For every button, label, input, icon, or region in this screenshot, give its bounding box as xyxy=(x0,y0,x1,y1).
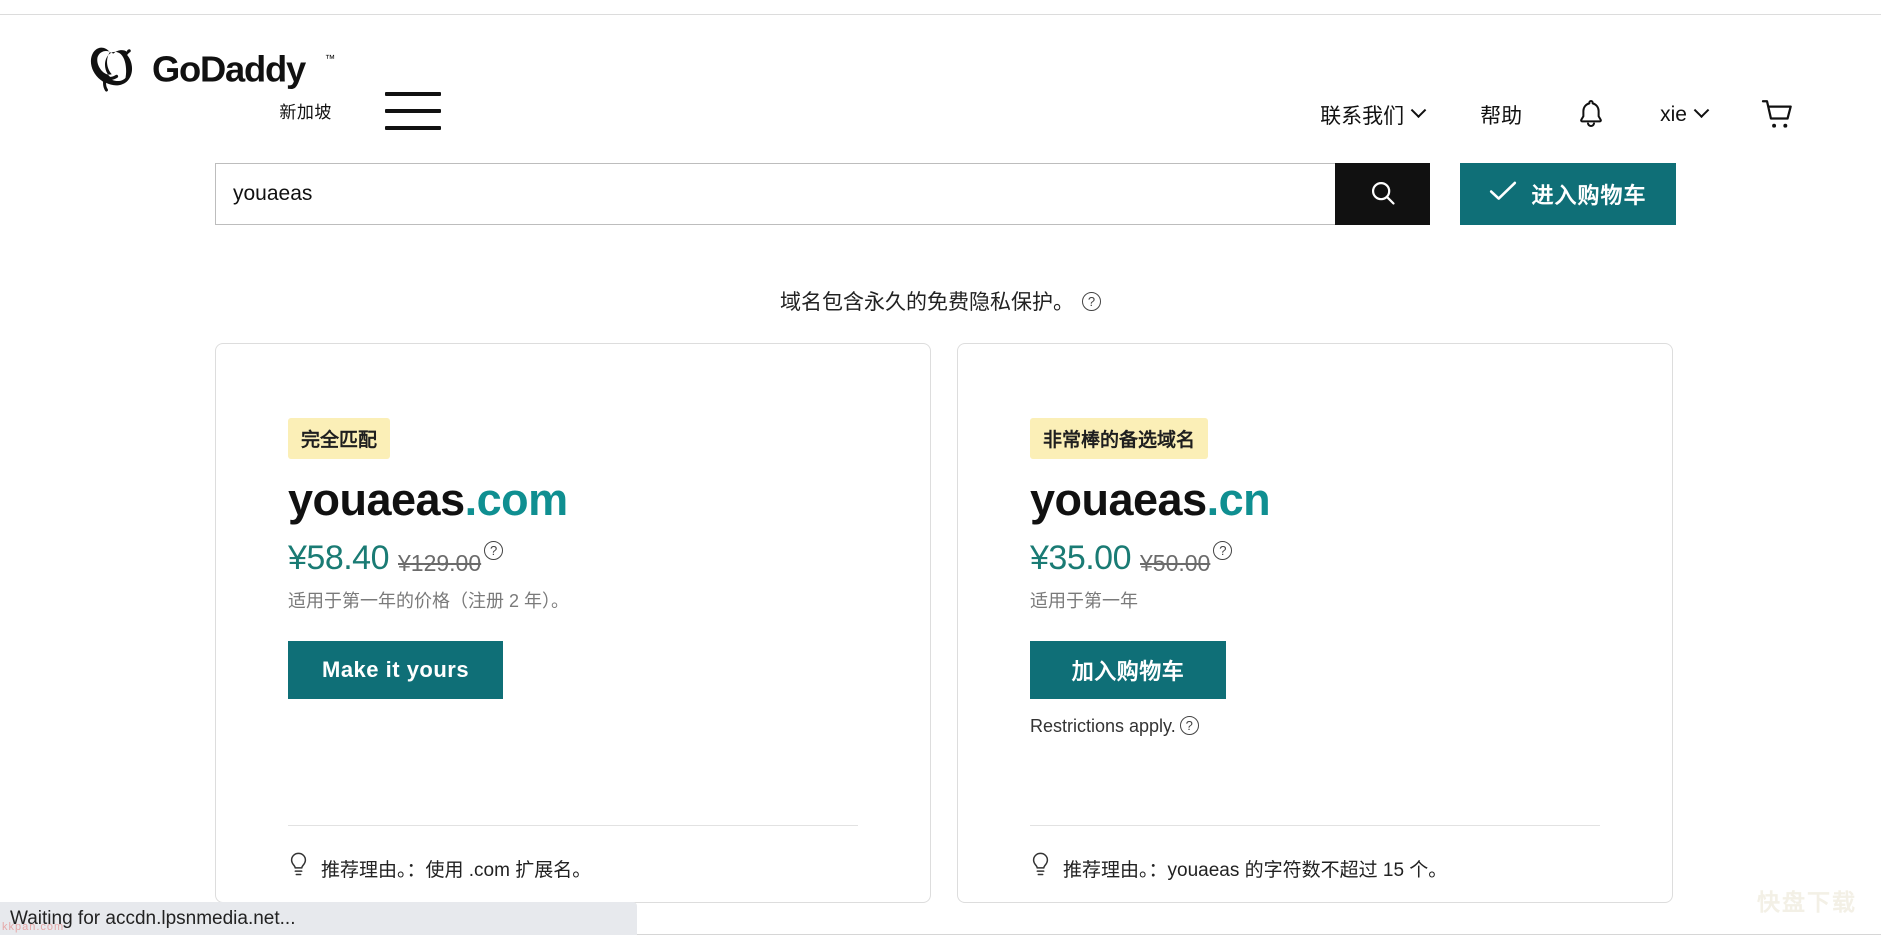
card-divider xyxy=(1030,825,1600,826)
domain-name-heading[interactable]: youaeas.com xyxy=(288,475,858,525)
search-field-wrapper[interactable] xyxy=(215,163,1335,225)
shopping-cart-icon[interactable] xyxy=(1735,95,1821,135)
domain-result-card-alternative: 非常棒的备选域名 youaeas.cn ¥35.00 ¥50.00 ? 适用于第… xyxy=(957,343,1673,903)
search-submit-button[interactable] xyxy=(1335,163,1430,225)
nav-contact-us[interactable]: 联系我们 xyxy=(1292,96,1452,134)
nav-help-label: 帮助 xyxy=(1480,104,1523,128)
domain-sld: youaeas xyxy=(1030,474,1207,525)
lightbulb-icon xyxy=(288,852,309,884)
price-row: ¥58.40 ¥129.00 ? xyxy=(288,539,858,578)
hamburger-icon[interactable] xyxy=(385,92,441,130)
domain-search-row: 进入购物车 xyxy=(215,163,1676,225)
watermark-right: 快盘下载 xyxy=(1757,889,1857,915)
domain-sld: youaeas xyxy=(288,474,465,525)
nav-contact-us-label: 联系我们 xyxy=(1320,104,1405,128)
make-it-yours-button[interactable]: Make it yours xyxy=(288,640,504,699)
nav-account-xie[interactable]: xie xyxy=(1632,99,1735,131)
price-terms-text: 适用于第一年的价格（注册 2 年）。 xyxy=(288,590,570,611)
godaddy-wordmark: GoDaddy ™ xyxy=(152,49,354,91)
check-icon xyxy=(1489,180,1517,208)
price-original: ¥129.00 xyxy=(398,549,482,576)
nav-account-label: xie xyxy=(1660,102,1687,126)
domain-name-heading[interactable]: youaeas.cn xyxy=(1030,475,1600,525)
status-badge: 非常棒的备选域名 xyxy=(1030,418,1209,459)
recommendation-reason-text: 推荐理由。：youaeas 的字符数不超过 15 个。 xyxy=(1063,859,1448,881)
search-input[interactable] xyxy=(233,182,1318,206)
brand-logo[interactable]: GoDaddy ™ 新加坡 xyxy=(90,44,354,123)
privacy-note-text: 域名包含永久的免费隐私保护。 xyxy=(780,291,1074,314)
status-bar-text: Waiting for accdn.lpsnmedia.net... xyxy=(10,907,296,929)
chevron-down-icon xyxy=(1410,102,1427,119)
domain-tld: .com xyxy=(464,474,569,525)
add-to-cart-button[interactable]: 加入购物车 xyxy=(1030,640,1226,699)
recommendation-reason: 推荐理由。：使用 .com 扩展名。 xyxy=(288,852,591,884)
chevron-down-icon xyxy=(1693,102,1710,119)
svg-text:GoDaddy: GoDaddy xyxy=(152,49,307,89)
nav-help[interactable]: 帮助 xyxy=(1452,96,1550,134)
lightbulb-icon xyxy=(1030,852,1051,884)
browser-page: GoDaddy ™ 新加坡 联系我们 帮助 xie youaeas 进入购物车 … xyxy=(0,0,1881,935)
restrictions-help-circle-icon[interactable]: ? xyxy=(1179,715,1199,735)
notifications-bell-icon[interactable] xyxy=(1550,94,1632,135)
svg-text:™: ™ xyxy=(325,54,335,65)
top-divider xyxy=(0,14,1881,15)
brand-region-label: 新加坡 xyxy=(279,103,332,122)
restrictions-text: Restrictions apply. xyxy=(1030,715,1176,736)
go-to-cart-label: 进入购物车 xyxy=(1531,183,1647,208)
help-circle-icon[interactable]: ? xyxy=(1082,291,1101,311)
recommendation-reason-text: 推荐理由。：使用 .com 扩展名。 xyxy=(321,859,592,881)
domain-tld: .cn xyxy=(1206,474,1271,525)
price-row: ¥35.00 ¥50.00 ? xyxy=(1030,539,1600,578)
price-help-circle-icon[interactable]: ? xyxy=(484,540,504,560)
price-current: ¥35.00 xyxy=(1030,538,1132,577)
card-divider xyxy=(288,825,858,826)
privacy-note: 域名包含永久的免费隐私保护。 ? xyxy=(0,286,1881,316)
status-badge: 完全匹配 xyxy=(288,418,391,459)
search-icon xyxy=(1369,179,1397,210)
godaddy-heart-logo-icon xyxy=(90,44,142,96)
restrictions-note: Restrictions apply. ? xyxy=(1030,715,1600,737)
header-nav: 联系我们 帮助 xie xyxy=(1292,94,1821,135)
price-help-circle-icon[interactable]: ? xyxy=(1213,540,1233,560)
domain-results-list: 完全匹配 youaeas.com ¥58.40 ¥129.00 ? 适用于第一年… xyxy=(215,343,1673,903)
go-to-cart-button[interactable]: 进入购物车 xyxy=(1460,163,1676,225)
site-header: GoDaddy ™ 新加坡 联系我们 帮助 xie xyxy=(0,36,1881,130)
price-original: ¥50.00 xyxy=(1140,549,1211,576)
price-current: ¥58.40 xyxy=(288,538,390,577)
price-terms-text: 适用于第一年 xyxy=(1030,590,1138,611)
browser-status-bar: Waiting for accdn.lpsnmedia.net... xyxy=(0,902,637,935)
domain-result-card-exact-match: 完全匹配 youaeas.com ¥58.40 ¥129.00 ? 适用于第一年… xyxy=(215,343,931,903)
recommendation-reason: 推荐理由。：youaeas 的字符数不超过 15 个。 xyxy=(1030,852,1447,884)
